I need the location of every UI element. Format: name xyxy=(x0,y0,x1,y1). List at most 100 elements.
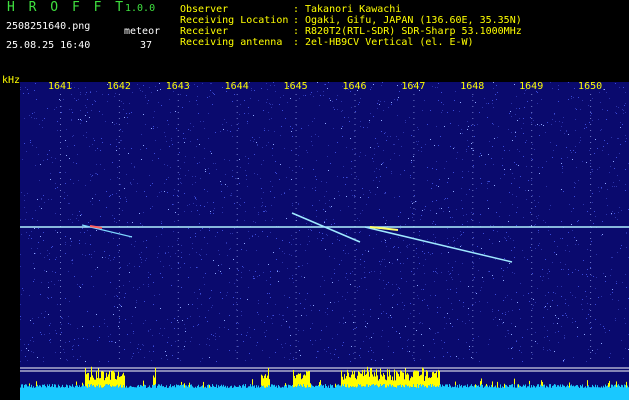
noise-speck xyxy=(593,223,594,224)
level-bar xyxy=(418,387,419,400)
grid-dot xyxy=(236,154,238,155)
level-bar xyxy=(44,384,45,400)
grid-dot xyxy=(118,346,120,347)
noise-speck xyxy=(434,343,435,344)
noise-speck xyxy=(267,89,268,90)
noise-speck xyxy=(141,252,142,253)
level-bar xyxy=(475,387,476,400)
level-peak xyxy=(371,368,372,385)
noise-speck xyxy=(384,133,385,134)
noise-speck xyxy=(164,328,165,329)
noise-speck xyxy=(254,329,255,330)
noise-speck xyxy=(557,323,558,324)
noise-speck xyxy=(210,211,211,212)
noise-speck xyxy=(257,145,258,146)
level-bar xyxy=(613,386,614,400)
level-peak xyxy=(368,371,369,388)
grid-dot xyxy=(590,148,592,149)
noise-speck xyxy=(324,349,325,350)
noise-speck xyxy=(592,120,593,121)
noise-speck xyxy=(622,124,623,125)
grid-dot xyxy=(590,142,592,143)
level-bar xyxy=(477,385,478,400)
level-bar xyxy=(446,384,447,400)
noise-speck xyxy=(608,154,609,155)
noise-speck xyxy=(156,320,157,321)
noise-speck xyxy=(164,191,165,192)
noise-speck xyxy=(31,238,32,239)
noise-speck xyxy=(296,217,297,218)
noise-speck xyxy=(289,359,290,360)
noise-speck xyxy=(389,251,390,252)
noise-speck xyxy=(92,198,93,199)
noise-speck xyxy=(393,352,394,353)
level-bar xyxy=(347,384,348,400)
noise-speck xyxy=(517,149,518,150)
level-bar xyxy=(265,387,266,400)
noise-speck xyxy=(418,298,419,299)
noise-speck xyxy=(404,170,405,171)
level-bar xyxy=(409,387,410,400)
noise-speck xyxy=(602,150,603,151)
noise-speck xyxy=(284,193,285,194)
level-peak xyxy=(377,375,378,386)
noise-speck xyxy=(492,243,493,244)
noise-speck xyxy=(354,197,355,198)
noise-speck xyxy=(522,361,523,362)
noise-speck xyxy=(448,298,449,299)
noise-speck xyxy=(578,270,579,271)
noise-speck xyxy=(416,201,417,202)
level-bar xyxy=(419,385,420,400)
noise-speck xyxy=(252,235,253,236)
level-bar xyxy=(252,384,253,400)
level-bar xyxy=(587,385,588,400)
level-bar xyxy=(68,387,69,400)
noise-speck xyxy=(200,255,201,256)
level-bar xyxy=(302,387,303,400)
level-bar xyxy=(318,384,319,400)
level-bar xyxy=(201,386,202,400)
noise-speck xyxy=(275,172,276,173)
noise-speck xyxy=(552,119,553,120)
noise-speck xyxy=(358,104,359,105)
noise-speck xyxy=(148,286,149,287)
noise-speck xyxy=(115,93,116,94)
noise-speck xyxy=(616,157,617,158)
noise-speck xyxy=(215,163,216,164)
noise-speck xyxy=(204,237,205,238)
noise-speck xyxy=(71,120,72,121)
level-bar xyxy=(584,387,585,400)
noise-speck xyxy=(577,221,578,222)
noise-speck xyxy=(124,349,125,350)
noise-speck xyxy=(88,222,89,223)
level-bar xyxy=(121,387,122,400)
noise-speck xyxy=(282,262,283,263)
noise-speck xyxy=(319,310,320,311)
noise-speck xyxy=(27,193,28,194)
noise-speck xyxy=(349,311,350,312)
level-peak xyxy=(383,373,384,385)
noise-speck xyxy=(201,249,202,250)
noise-speck xyxy=(448,271,449,272)
noise-speck xyxy=(271,107,272,108)
noise-speck xyxy=(393,247,394,248)
info-row-location: Receiving Location: Ogaki, Gifu, JAPAN (1… xyxy=(180,15,522,26)
grid-dot xyxy=(236,100,238,101)
noise-speck xyxy=(350,229,351,230)
grid-dot xyxy=(413,166,415,167)
noise-speck xyxy=(424,273,425,274)
noise-speck xyxy=(381,120,382,121)
level-bar xyxy=(126,385,127,400)
noise-speck xyxy=(85,255,86,256)
noise-speck xyxy=(177,195,178,196)
grid-dot xyxy=(413,256,415,257)
level-bar xyxy=(286,384,287,400)
noise-speck xyxy=(422,210,423,211)
noise-speck xyxy=(438,186,439,187)
grid-dot xyxy=(413,220,415,221)
noise-speck xyxy=(360,231,361,232)
time-tick-label: 1649 xyxy=(519,82,543,92)
noise-speck xyxy=(399,155,400,156)
noise-speck xyxy=(232,101,233,102)
noise-speck xyxy=(77,154,78,155)
